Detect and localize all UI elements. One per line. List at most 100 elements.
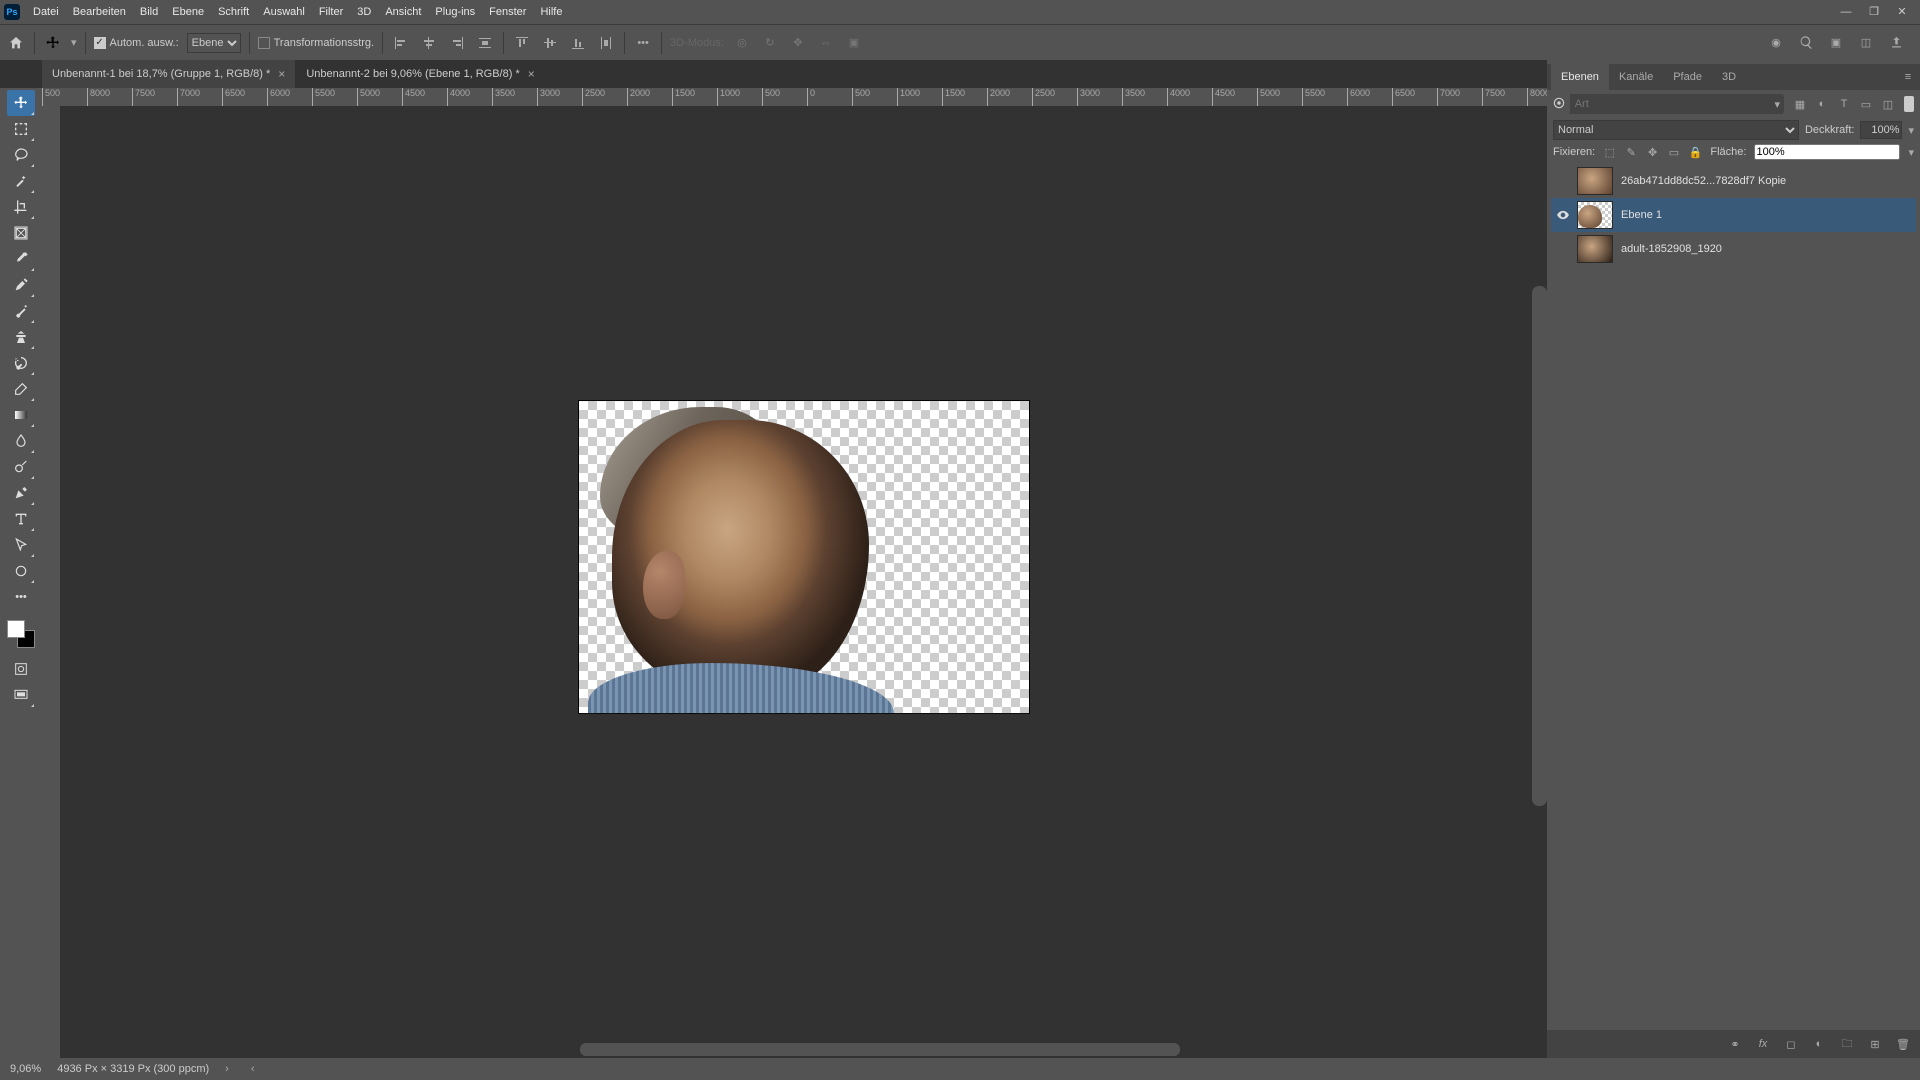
lock-transparency-icon[interactable]: ⬚	[1603, 144, 1616, 160]
document-dimensions[interactable]: 4936 Px × 3319 Px (300 ppcm)	[57, 1063, 209, 1075]
gradient-tool[interactable]	[7, 402, 35, 428]
layer-row[interactable]: Ebene 1	[1551, 198, 1916, 232]
tab-ebenen[interactable]: Ebenen	[1551, 64, 1609, 90]
window-minimize-icon[interactable]: —	[1832, 0, 1860, 24]
lock-artboard-icon[interactable]: ▭	[1667, 144, 1680, 160]
eyedropper-tool[interactable]	[7, 246, 35, 272]
delete-layer-icon[interactable]: 🗑	[1894, 1038, 1912, 1051]
cloud-docs-icon[interactable]: ◉	[1766, 33, 1786, 53]
document-tab[interactable]: Unbenannt-1 bei 18,7% (Gruppe 1, RGB/8) …	[42, 60, 296, 88]
layer-row[interactable]: adult-1852908_1920	[1551, 232, 1916, 266]
menu-bild[interactable]: Bild	[133, 0, 165, 24]
artboard[interactable]	[579, 401, 1029, 713]
lock-position-icon[interactable]: ✥	[1646, 144, 1659, 160]
menu-hilfe[interactable]: Hilfe	[533, 0, 569, 24]
align-center-v-icon[interactable]	[540, 33, 560, 53]
align-bottom-icon[interactable]	[568, 33, 588, 53]
opacity-input[interactable]	[1860, 121, 1902, 139]
horizontal-ruler[interactable]: 5008000750070006500600055005000450040003…	[42, 88, 1547, 106]
chevron-down-icon[interactable]: ▾	[1908, 124, 1914, 137]
layer-name[interactable]: adult-1852908_1920	[1617, 243, 1914, 255]
distribute-v-icon[interactable]	[596, 33, 616, 53]
vertical-ruler[interactable]	[42, 106, 60, 1058]
collapsed-panel-icon[interactable]	[1548, 92, 1570, 114]
layer-name[interactable]: Ebene 1	[1617, 209, 1914, 221]
filter-toggle-switch[interactable]	[1904, 96, 1914, 112]
eraser-tool[interactable]	[7, 376, 35, 402]
type-tool[interactable]	[7, 506, 35, 532]
menu-bearbeiten[interactable]: Bearbeiten	[66, 0, 133, 24]
layer-style-icon[interactable]: fx	[1754, 1038, 1772, 1050]
chevron-down-icon[interactable]: ▾	[1908, 146, 1914, 159]
tab-pfade[interactable]: Pfade	[1663, 64, 1712, 90]
layer-thumbnail[interactable]	[1577, 235, 1613, 263]
menu-auswahl[interactable]: Auswahl	[256, 0, 312, 24]
align-left-icon[interactable]	[391, 33, 411, 53]
menu-3d[interactable]: 3D	[350, 0, 378, 24]
filter-type-icon[interactable]: T	[1834, 94, 1854, 114]
move-tool-icon[interactable]	[43, 33, 63, 53]
auto-select-checkbox[interactable]: ✓ Autom. ausw.:	[94, 37, 179, 49]
new-layer-icon[interactable]: ⊞	[1866, 1038, 1884, 1051]
zoom-level[interactable]: 9,06%	[10, 1063, 41, 1075]
transform-controls-checkbox[interactable]: Transformationsstrg.	[258, 37, 374, 49]
workspace-icon[interactable]: ◫	[1856, 33, 1876, 53]
filter-adjust-icon[interactable]: ◐	[1812, 94, 1832, 114]
menu-schrift[interactable]: Schrift	[211, 0, 256, 24]
tab-3d[interactable]: 3D	[1712, 64, 1746, 90]
lasso-tool[interactable]	[7, 142, 35, 168]
screen-mode-tool[interactable]	[7, 682, 35, 708]
layer-thumbnail[interactable]	[1577, 201, 1613, 229]
align-top-icon[interactable]	[512, 33, 532, 53]
menu-fenster[interactable]: Fenster	[482, 0, 533, 24]
menu-plugins[interactable]: Plug-ins	[428, 0, 482, 24]
window-restore-icon[interactable]: ❐	[1860, 0, 1888, 24]
tab-kanaele[interactable]: Kanäle	[1609, 64, 1663, 90]
frame-tool[interactable]	[7, 220, 35, 246]
visibility-toggle[interactable]	[1553, 171, 1573, 191]
blend-mode-dropdown[interactable]: Normal	[1553, 120, 1799, 140]
layer-group-icon[interactable]: 🗀	[1838, 1035, 1856, 1054]
layer-row[interactable]: 26ab471dd8dc52...7828df7 Kopie	[1551, 164, 1916, 198]
layer-name[interactable]: 26ab471dd8dc52...7828df7 Kopie	[1617, 175, 1914, 187]
menu-filter[interactable]: Filter	[312, 0, 350, 24]
canvas-area[interactable]	[60, 106, 1547, 1058]
chevron-left-icon[interactable]: ‹	[251, 1063, 255, 1075]
home-icon[interactable]	[6, 33, 26, 53]
crop-tool[interactable]	[7, 194, 35, 220]
layer-thumbnail[interactable]	[1577, 167, 1613, 195]
clone-stamp-tool[interactable]	[7, 324, 35, 350]
blur-tool[interactable]	[7, 428, 35, 454]
menu-ebene[interactable]: Ebene	[165, 0, 211, 24]
menu-datei[interactable]: Datei	[26, 0, 66, 24]
chevron-down-icon[interactable]: ▾	[1774, 98, 1780, 111]
healing-brush-tool[interactable]	[7, 272, 35, 298]
color-swatches[interactable]	[7, 620, 35, 648]
arrange-docs-icon[interactable]: ▣	[1826, 33, 1846, 53]
filter-pixel-icon[interactable]: ▦	[1790, 94, 1810, 114]
lock-all-icon[interactable]: 🔒	[1689, 144, 1703, 160]
quick-mask-tool[interactable]	[7, 656, 35, 682]
auto-select-target-dropdown[interactable]: Ebene	[187, 33, 241, 53]
dodge-tool[interactable]	[7, 454, 35, 480]
move-tool[interactable]	[7, 90, 35, 116]
layer-filter-search[interactable]: 🔍 ▾	[1553, 94, 1784, 114]
share-icon[interactable]	[1886, 33, 1906, 53]
fill-input[interactable]	[1754, 144, 1900, 160]
close-tab-icon[interactable]: ×	[528, 67, 535, 81]
align-right-icon[interactable]	[447, 33, 467, 53]
menu-ansicht[interactable]: Ansicht	[378, 0, 428, 24]
filter-shape-icon[interactable]: ▭	[1856, 94, 1876, 114]
distribute-h-icon[interactable]	[475, 33, 495, 53]
align-center-h-icon[interactable]	[419, 33, 439, 53]
adjustment-layer-icon[interactable]: ◐	[1810, 1038, 1828, 1050]
layer-mask-icon[interactable]: ◻	[1782, 1038, 1800, 1051]
horizontal-scrollbar[interactable]	[580, 1043, 1180, 1056]
search-icon[interactable]	[1796, 33, 1816, 53]
window-close-icon[interactable]: ✕	[1888, 0, 1916, 24]
vertical-scrollbar[interactable]	[1532, 286, 1547, 806]
link-layers-icon[interactable]: ⚭	[1726, 1038, 1744, 1051]
close-tab-icon[interactable]: ×	[278, 67, 285, 81]
shape-tool[interactable]	[7, 558, 35, 584]
chevron-right-icon[interactable]: ›	[225, 1063, 229, 1075]
